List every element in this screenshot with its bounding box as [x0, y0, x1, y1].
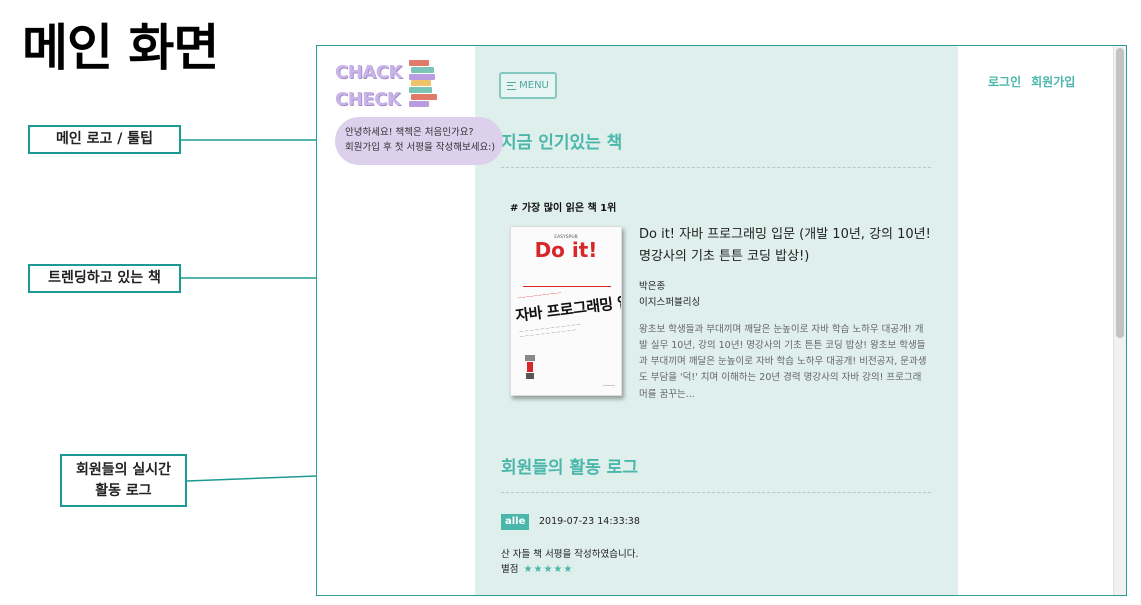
book-cover-image[interactable]: EASYSPUB Do it! ——————————— 자바 프로그래밍 입문 …	[510, 226, 622, 396]
book-author: 박은종	[639, 281, 666, 292]
activity-divider	[501, 492, 931, 493]
slide-title: 메인 화면	[22, 19, 219, 77]
logo-line1: CHACK	[335, 62, 402, 83]
tooltip-line1: 안녕하세요! 책첵은 처음인가요?	[345, 127, 474, 138]
trending-divider	[501, 167, 931, 168]
book-publisher: 이지스퍼블리싱	[639, 297, 701, 308]
callout-main-logo-tooltip: 메인 로고 / 툴팁	[28, 125, 181, 154]
activity-rating: 별점 ★★★★★	[501, 561, 573, 575]
main-content: MENU 지금 인기있는 책 # 가장 많이 읽은 책 1위 EASYSPUB …	[475, 46, 958, 595]
left-column: CHACK CHECK 안녕하세요! 책첵은 처음인가요? 회원가입 후 첫 서…	[317, 46, 503, 595]
cover-illustration-icon	[525, 355, 535, 379]
book-spine	[411, 66, 434, 73]
hamburger-icon	[507, 81, 517, 90]
rank-label: # 가장 많이 읽은 책 1위	[510, 203, 617, 214]
callout-activity-log: 회원들의 실시간 활동 로그	[60, 454, 187, 507]
app-window: CHACK CHECK 안녕하세요! 책첵은 처음인가요? 회원가입 후 첫 서…	[316, 45, 1127, 596]
book-spine	[409, 73, 435, 80]
activity-action: 산 자들 책 서평을 작성하였습니다.	[501, 549, 639, 560]
logo-line2: CHECK	[335, 89, 401, 110]
book-stack-icon	[409, 60, 437, 108]
scrollbar-thumb[interactable]	[1116, 48, 1124, 338]
book-title[interactable]: Do it! 자바 프로그래밍 입문 (개발 10년, 강의 10년! 명강사의…	[639, 224, 934, 268]
callout-label-line1: 회원들의 실시간	[75, 462, 172, 479]
signup-link[interactable]: 회원가입	[1031, 73, 1075, 90]
book-spine	[409, 60, 429, 66]
main-logo[interactable]: CHACK CHECK	[335, 60, 440, 116]
book-description: 왕초보 학생들과 부대끼며 깨달은 눈높이로 자바 학습 노하우 대공개! 개발…	[639, 324, 927, 400]
rating-label: 별점	[501, 564, 519, 575]
book-spine	[409, 87, 432, 94]
right-column: 로그인 회원가입	[958, 46, 1114, 595]
callout-label: 트렌딩하고 있는 책	[48, 270, 161, 287]
auth-nav: 로그인 회원가입	[988, 73, 1075, 90]
cover-publisher-bottom: ———	[603, 383, 615, 388]
book-spine	[409, 100, 429, 107]
callout-label-line2: 활동 로그	[95, 482, 152, 499]
activity-user-badge[interactable]: alle	[501, 514, 530, 530]
welcome-tooltip: 안녕하세요! 책첵은 처음인가요? 회원가입 후 첫 서평을 작성해보세요:)	[335, 117, 503, 165]
book-spine	[411, 80, 431, 87]
callout-trending-book: 트렌딩하고 있는 책	[28, 264, 181, 293]
menu-label: MENU	[519, 80, 549, 91]
book-spine	[411, 94, 437, 100]
login-link[interactable]: 로그인	[988, 73, 1021, 90]
callout-label: 메인 로고 / 툴팁	[55, 131, 153, 148]
tooltip-line2: 회원가입 후 첫 서평을 작성해보세요:)	[345, 142, 496, 154]
activity-section-title: 회원들의 활동 로그	[501, 458, 638, 478]
activity-timestamp: 2019-07-23 14:33:38	[539, 516, 640, 527]
trending-section-title: 지금 인기있는 책	[501, 133, 623, 153]
vertical-scrollbar[interactable]	[1113, 46, 1126, 595]
star-rating-icon: ★★★★★	[523, 564, 574, 575]
cover-series: Do it!	[534, 238, 598, 262]
menu-button[interactable]: MENU	[499, 72, 557, 99]
